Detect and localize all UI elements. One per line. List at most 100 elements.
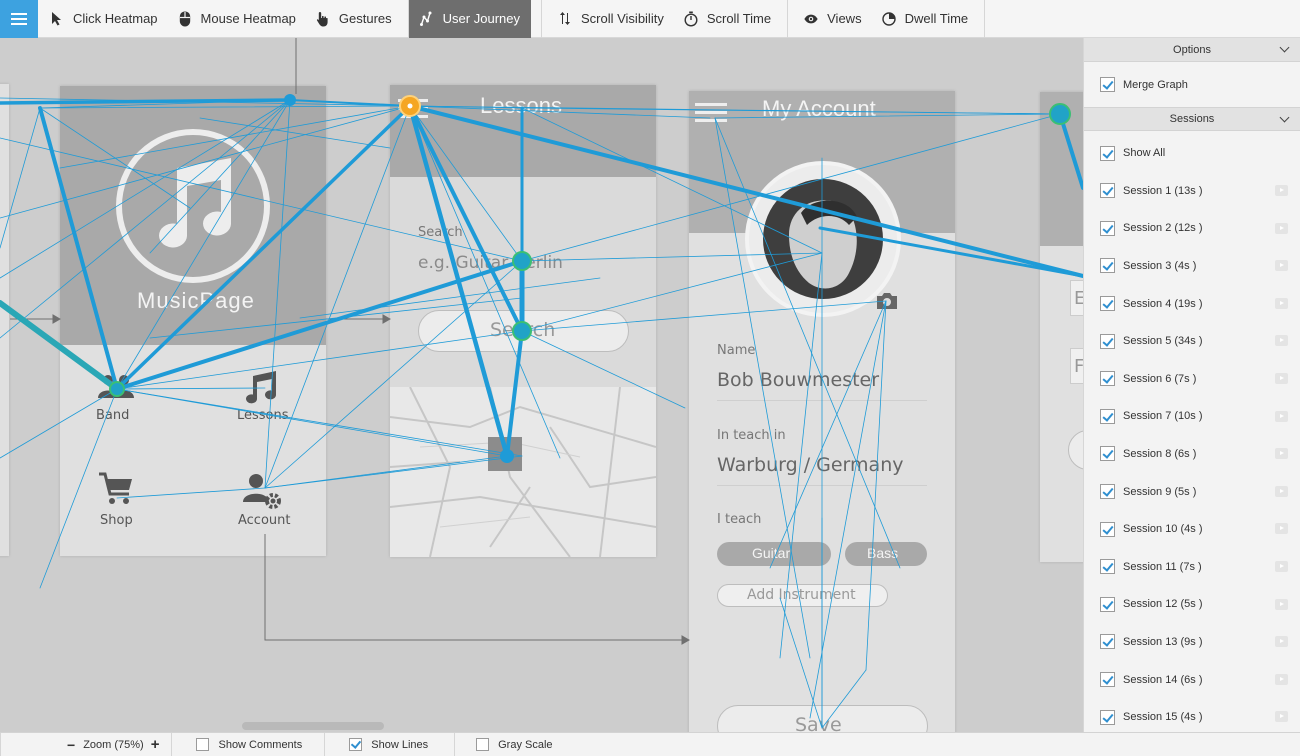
play-icon[interactable] (1275, 598, 1288, 610)
session-row[interactable]: Session 12 (5s ) (1084, 586, 1300, 624)
journey-path (264, 99, 291, 489)
checkbox[interactable] (1100, 709, 1115, 725)
play-icon[interactable] (1275, 448, 1288, 460)
zoom-in-button[interactable]: + (151, 736, 160, 753)
play-icon[interactable] (1275, 673, 1288, 685)
checkbox[interactable] (1100, 296, 1115, 312)
journey-path (714, 117, 811, 659)
journey-path (521, 330, 686, 409)
session-label: Session 9 (5s ) (1123, 485, 1197, 498)
journey-path (714, 113, 1061, 119)
checkbox[interactable] (476, 738, 490, 751)
session-row[interactable]: Session 11 (7s ) (1084, 548, 1300, 586)
tab-label: Mouse Heatmap (200, 11, 296, 26)
checkbox[interactable] (1100, 77, 1115, 92)
play-icon[interactable] (1275, 485, 1288, 497)
checkbox[interactable] (1100, 672, 1115, 688)
tab-scroll-time[interactable]: Scroll Time (674, 0, 781, 38)
play-icon[interactable] (1275, 335, 1288, 347)
tab-mouse-heatmap[interactable]: Mouse Heatmap (168, 0, 306, 38)
journey-node[interactable] (512, 251, 532, 271)
show-comments-toggle[interactable]: Show Comments (172, 732, 326, 756)
zoom-label: Zoom (75%) (83, 738, 144, 751)
scroll-arrows-icon (558, 11, 572, 27)
play-icon[interactable] (1275, 297, 1288, 309)
session-row[interactable]: Session 8 (6s ) (1084, 435, 1300, 473)
hand-icon (316, 11, 330, 27)
play-icon[interactable] (1275, 185, 1288, 196)
journey-node[interactable] (1049, 103, 1071, 125)
session-row[interactable]: Session 13 (9s ) (1084, 623, 1300, 661)
tab-dwell-time[interactable]: Dwell Time (872, 0, 979, 38)
session-row[interactable]: Session 9 (5s ) (1084, 473, 1300, 511)
tab-label: Click Heatmap (73, 11, 158, 26)
play-icon[interactable] (1275, 222, 1288, 234)
session-row[interactable]: Session 1 (13s ) (1084, 172, 1300, 210)
show-lines-toggle[interactable]: Show Lines (325, 732, 456, 756)
session-row[interactable]: Session 5 (34s ) (1084, 322, 1300, 360)
journey-node[interactable] (500, 449, 514, 463)
journey-node[interactable] (284, 94, 296, 106)
options-header[interactable]: Options (1084, 38, 1300, 62)
checkbox[interactable] (1100, 521, 1115, 537)
checkbox[interactable] (1100, 484, 1115, 500)
session-row[interactable]: Session 15 (4s ) (1084, 698, 1300, 732)
journey-node[interactable] (512, 321, 532, 341)
gray-scale-toggle[interactable]: Gray Scale (455, 733, 564, 756)
session-label: Session 2 (12s ) (1123, 222, 1203, 235)
checkbox[interactable] (1100, 258, 1115, 274)
journey-path (408, 104, 1083, 278)
session-row[interactable]: Session 3 (4s ) (1084, 247, 1300, 285)
play-icon[interactable] (1275, 711, 1288, 723)
play-icon[interactable] (1275, 560, 1288, 572)
tab-gestures[interactable]: Gestures (306, 0, 402, 38)
journey-path (769, 300, 887, 569)
journey-path (116, 388, 523, 457)
checkbox[interactable] (1100, 145, 1115, 161)
tab-click-heatmap[interactable]: Click Heatmap (38, 0, 168, 38)
checkbox[interactable] (1100, 183, 1115, 199)
zoom-control: − Zoom (75%) + (0, 732, 173, 756)
hamburger-icon (11, 17, 27, 20)
journey-canvas[interactable]: MusicPage Band Lessons Shop Account Less… (0, 38, 1083, 732)
cursor-icon (50, 11, 64, 27)
zoom-out-button[interactable]: − (67, 737, 75, 753)
journey-path (521, 107, 823, 254)
checkbox[interactable] (1100, 408, 1115, 424)
checkbox[interactable] (1100, 446, 1115, 462)
session-label: Session 6 (7s ) (1123, 372, 1197, 385)
checkbox[interactable] (1100, 559, 1115, 575)
play-icon[interactable] (1275, 372, 1288, 384)
tab-views[interactable]: Views (794, 0, 871, 38)
chevron-down-icon (1279, 112, 1290, 123)
session-row[interactable]: Session 14 (6s ) (1084, 661, 1300, 699)
tab-user-journey[interactable]: User Journey (408, 0, 531, 38)
checkbox[interactable] (1100, 333, 1115, 349)
checkbox[interactable] (196, 738, 210, 751)
session-row[interactable]: Session 7 (10s ) (1084, 398, 1300, 436)
play-icon[interactable] (1275, 260, 1288, 272)
checkbox[interactable] (1100, 596, 1115, 612)
session-label: Session 3 (4s ) (1123, 259, 1197, 272)
horizontal-scrollbar[interactable] (242, 722, 384, 730)
play-icon[interactable] (1275, 636, 1288, 648)
menu-button[interactable] (0, 0, 38, 38)
tab-scroll-visibility[interactable]: Scroll Visibility (548, 0, 674, 38)
checkbox[interactable] (1100, 220, 1115, 236)
journey-node[interactable] (109, 381, 125, 397)
journey-path (779, 252, 823, 659)
checkbox[interactable] (1100, 634, 1115, 650)
session-row[interactable]: Session 6 (7s ) (1084, 360, 1300, 398)
checkbox[interactable] (1100, 371, 1115, 387)
session-label: Session 14 (6s ) (1123, 673, 1203, 686)
session-row[interactable]: Session 4 (19s ) (1084, 285, 1300, 323)
checkbox[interactable] (349, 738, 363, 751)
show-all-checkbox[interactable]: Show All (1084, 134, 1300, 172)
merge-graph-checkbox[interactable]: Merge Graph (1084, 62, 1300, 107)
session-row[interactable]: Session 10 (4s ) (1084, 510, 1300, 548)
session-row[interactable]: Session 2 (12s ) (1084, 210, 1300, 248)
play-icon[interactable] (1275, 523, 1288, 535)
journey-path (521, 113, 1061, 262)
play-icon[interactable] (1275, 410, 1288, 422)
sessions-header[interactable]: Sessions (1084, 107, 1300, 131)
